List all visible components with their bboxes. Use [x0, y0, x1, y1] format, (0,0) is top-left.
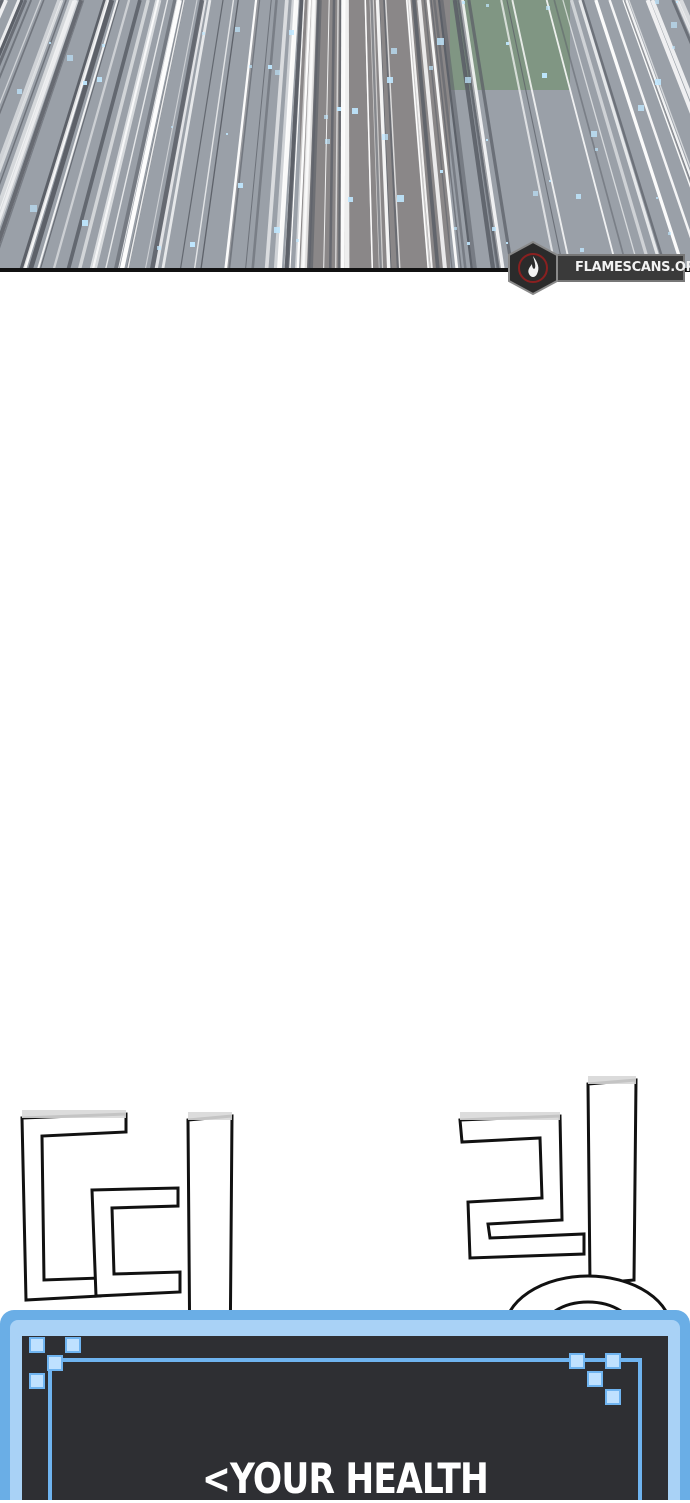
status-window: <YOUR HEALTH: [0, 1310, 690, 1503]
speed-lines-art: [0, 0, 690, 270]
flame-icon: [508, 240, 558, 296]
watermark-badge: FLAMESCANS.ORG: [505, 240, 690, 296]
watermark-text: FLAMESCANS.ORG: [575, 260, 690, 275]
corner-ornament-right: [569, 1353, 621, 1405]
corner-ornament-left: [29, 1337, 81, 1389]
status-window-title: <YOUR HEALTH: [201, 1454, 489, 1503]
speed-lines-panel: [0, 0, 690, 270]
